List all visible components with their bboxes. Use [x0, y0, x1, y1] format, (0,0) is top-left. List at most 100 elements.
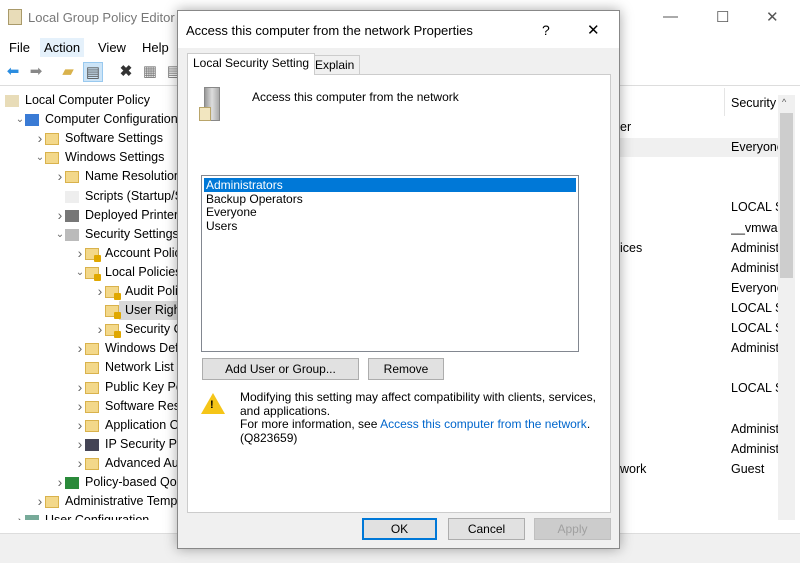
member-item[interactable]: Everyone	[204, 205, 576, 219]
remove-button[interactable]: Remove	[368, 358, 444, 380]
tree-item[interactable]: ⌄ Windows Settings	[36, 148, 180, 167]
tree-item[interactable]: Scripts (Startup/Shutdown)	[65, 187, 180, 206]
member-item[interactable]: Users	[204, 219, 576, 233]
tree-item[interactable]: Network List Manager Policies	[85, 358, 180, 377]
help-link[interactable]: Access this computer from the network	[380, 417, 587, 431]
info-suffix: .	[586, 417, 591, 431]
help-button[interactable]: ?	[542, 22, 550, 38]
security-setting-cell[interactable]: LOCAL SERVICE	[731, 381, 778, 395]
security-setting-cell[interactable]: Administrators	[731, 241, 778, 255]
security-setting-cell[interactable]: Everyone	[731, 140, 778, 154]
chevron-right-icon[interactable]: ›	[35, 492, 45, 511]
security-setting-cell[interactable]: __vmware	[731, 221, 778, 235]
folder-icon	[85, 419, 99, 432]
chevron-right-icon[interactable]: ›	[75, 244, 85, 263]
tree-item[interactable]: › Windows Defender Firewall	[78, 339, 180, 358]
chevron-right-icon[interactable]: ›	[75, 397, 85, 416]
policy-cell[interactable]: ices	[620, 241, 642, 255]
member-item[interactable]: Backup Operators	[204, 192, 576, 206]
up-folder-icon[interactable]: ▰	[58, 62, 78, 82]
chevron-right-icon[interactable]: ›	[55, 473, 65, 492]
tree-item[interactable]: › Deployed Printers	[58, 206, 180, 225]
properties-icon[interactable]: ▦	[140, 62, 160, 82]
tree-item[interactable]: › Advanced Audit Policy Configuration	[78, 454, 180, 473]
add-user-or-group-button[interactable]: Add User or Group...	[202, 358, 359, 380]
chevron-right-icon[interactable]: ›	[75, 416, 85, 435]
security-setting-cell[interactable]: Administrators	[731, 442, 778, 456]
policy-cell[interactable]: work	[620, 462, 646, 476]
chevron-down-icon[interactable]: ⌄	[55, 225, 65, 244]
chevron-right-icon[interactable]: ›	[95, 320, 105, 339]
members-listbox[interactable]: Administrators Backup Operators Everyone Us…	[201, 175, 579, 352]
chevron-right-icon[interactable]: ›	[15, 511, 25, 520]
security-setting-cell[interactable]: LOCAL SERVICE	[731, 301, 778, 315]
minimize-button[interactable]: —	[663, 8, 678, 25]
tree-item[interactable]: ⌄ Local Policies	[76, 263, 180, 282]
chevron-down-icon[interactable]: ⌄	[15, 110, 25, 129]
back-icon[interactable]: ⬅	[3, 62, 23, 82]
security-setting-cell[interactable]: Everyone	[731, 281, 778, 295]
tree-item-label: IP Security Policies	[105, 436, 180, 451]
security-setting-cell[interactable]: LOCAL SERVICE	[731, 321, 778, 335]
chevron-down-icon[interactable]: ⌄	[75, 263, 85, 282]
chevron-down-icon[interactable]: ⌄	[35, 148, 45, 167]
tree-item[interactable]: ⌄ Computer Configuration	[16, 110, 180, 129]
maximize-button[interactable]: ☐	[716, 8, 729, 26]
cancel-button[interactable]: Cancel	[448, 518, 525, 540]
member-item[interactable]: Administrators	[203, 177, 577, 193]
delete-icon[interactable]: ✖	[116, 62, 136, 82]
tree-item[interactable]: › Name Resolution Policy	[58, 167, 180, 186]
security-setting-cell[interactable]: Administrators	[731, 422, 778, 436]
column-header-security-setting[interactable]: Security Setting	[724, 88, 784, 116]
chevron-right-icon[interactable]: ›	[95, 282, 105, 301]
apply-button[interactable]: Apply	[534, 518, 611, 540]
tree-item[interactable]: Local Computer Policy	[5, 91, 180, 110]
tab-explain[interactable]: Explain	[309, 55, 361, 75]
chevron-right-icon[interactable]: ›	[55, 167, 65, 186]
tree-item[interactable]: › Administrative Templates	[38, 492, 180, 511]
scroll-up-icon[interactable]: ^	[782, 97, 786, 107]
tree-item-label: Audit Policy	[125, 284, 180, 298]
info-prefix: For more information, see	[240, 417, 381, 431]
tree-item[interactable]: ⌄ Security Settings	[56, 225, 180, 244]
security-setting-cell[interactable]: Administrators	[731, 341, 778, 355]
menu-view[interactable]: View	[94, 38, 130, 57]
ok-button[interactable]: OK	[362, 518, 437, 540]
security-setting-cell[interactable]: LOCAL SERVICE	[731, 200, 778, 214]
tree-item[interactable]: › Security Options	[98, 320, 180, 339]
chevron-right-icon[interactable]: ›	[75, 339, 85, 358]
policy-cell[interactable]: er	[620, 120, 631, 134]
tree-item[interactable]: › Policy-based QoS	[58, 473, 180, 492]
tree-item[interactable]: › Software Restriction Policies	[78, 397, 180, 416]
tree-item-label: Account Policies	[105, 245, 180, 260]
tree-item[interactable]: User Rights Assignment	[105, 301, 180, 321]
security-setting-cell[interactable]: Administrators	[731, 261, 778, 275]
tree-item-label: Deployed Printers	[85, 207, 180, 222]
tree-item[interactable]: › Software Settings	[38, 129, 180, 148]
show-hide-tree-icon[interactable]: ▤	[83, 62, 103, 82]
tree-item[interactable]: › User Configuration	[18, 511, 180, 520]
scrollbar-thumb[interactable]	[780, 113, 793, 278]
tree-item[interactable]: › Audit Policy	[98, 282, 180, 301]
chevron-right-icon[interactable]: ›	[75, 435, 85, 454]
lockfolder-icon	[85, 247, 101, 262]
tree-item[interactable]: › Public Key Policies	[78, 378, 180, 397]
menu-file[interactable]: File	[5, 38, 34, 57]
dialog-close-button[interactable]: ✕	[587, 21, 600, 39]
chevron-right-icon[interactable]: ›	[75, 454, 85, 473]
menu-action[interactable]: Action	[40, 38, 85, 57]
tree-item[interactable]: › Account Policies	[78, 244, 180, 263]
tree-item[interactable]: › IP Security Policies	[78, 435, 180, 454]
tab-panel: Access this computer from the network Ad…	[187, 74, 611, 513]
forward-icon[interactable]: ➡	[26, 62, 46, 82]
tree-item-label: Security Settings	[85, 226, 179, 241]
chevron-right-icon[interactable]: ›	[35, 129, 45, 148]
tab-local-security-setting[interactable]: Local Security Setting	[187, 53, 316, 75]
menu-help[interactable]: Help	[138, 38, 173, 57]
vertical-scrollbar[interactable]: ^	[778, 95, 795, 520]
chevron-right-icon[interactable]: ›	[75, 378, 85, 397]
security-setting-cell[interactable]: Guest	[731, 462, 778, 476]
tree-item[interactable]: › Application Control Policies	[78, 416, 180, 435]
close-button[interactable]: ✕	[766, 8, 779, 26]
chevron-right-icon[interactable]: ›	[55, 206, 65, 225]
